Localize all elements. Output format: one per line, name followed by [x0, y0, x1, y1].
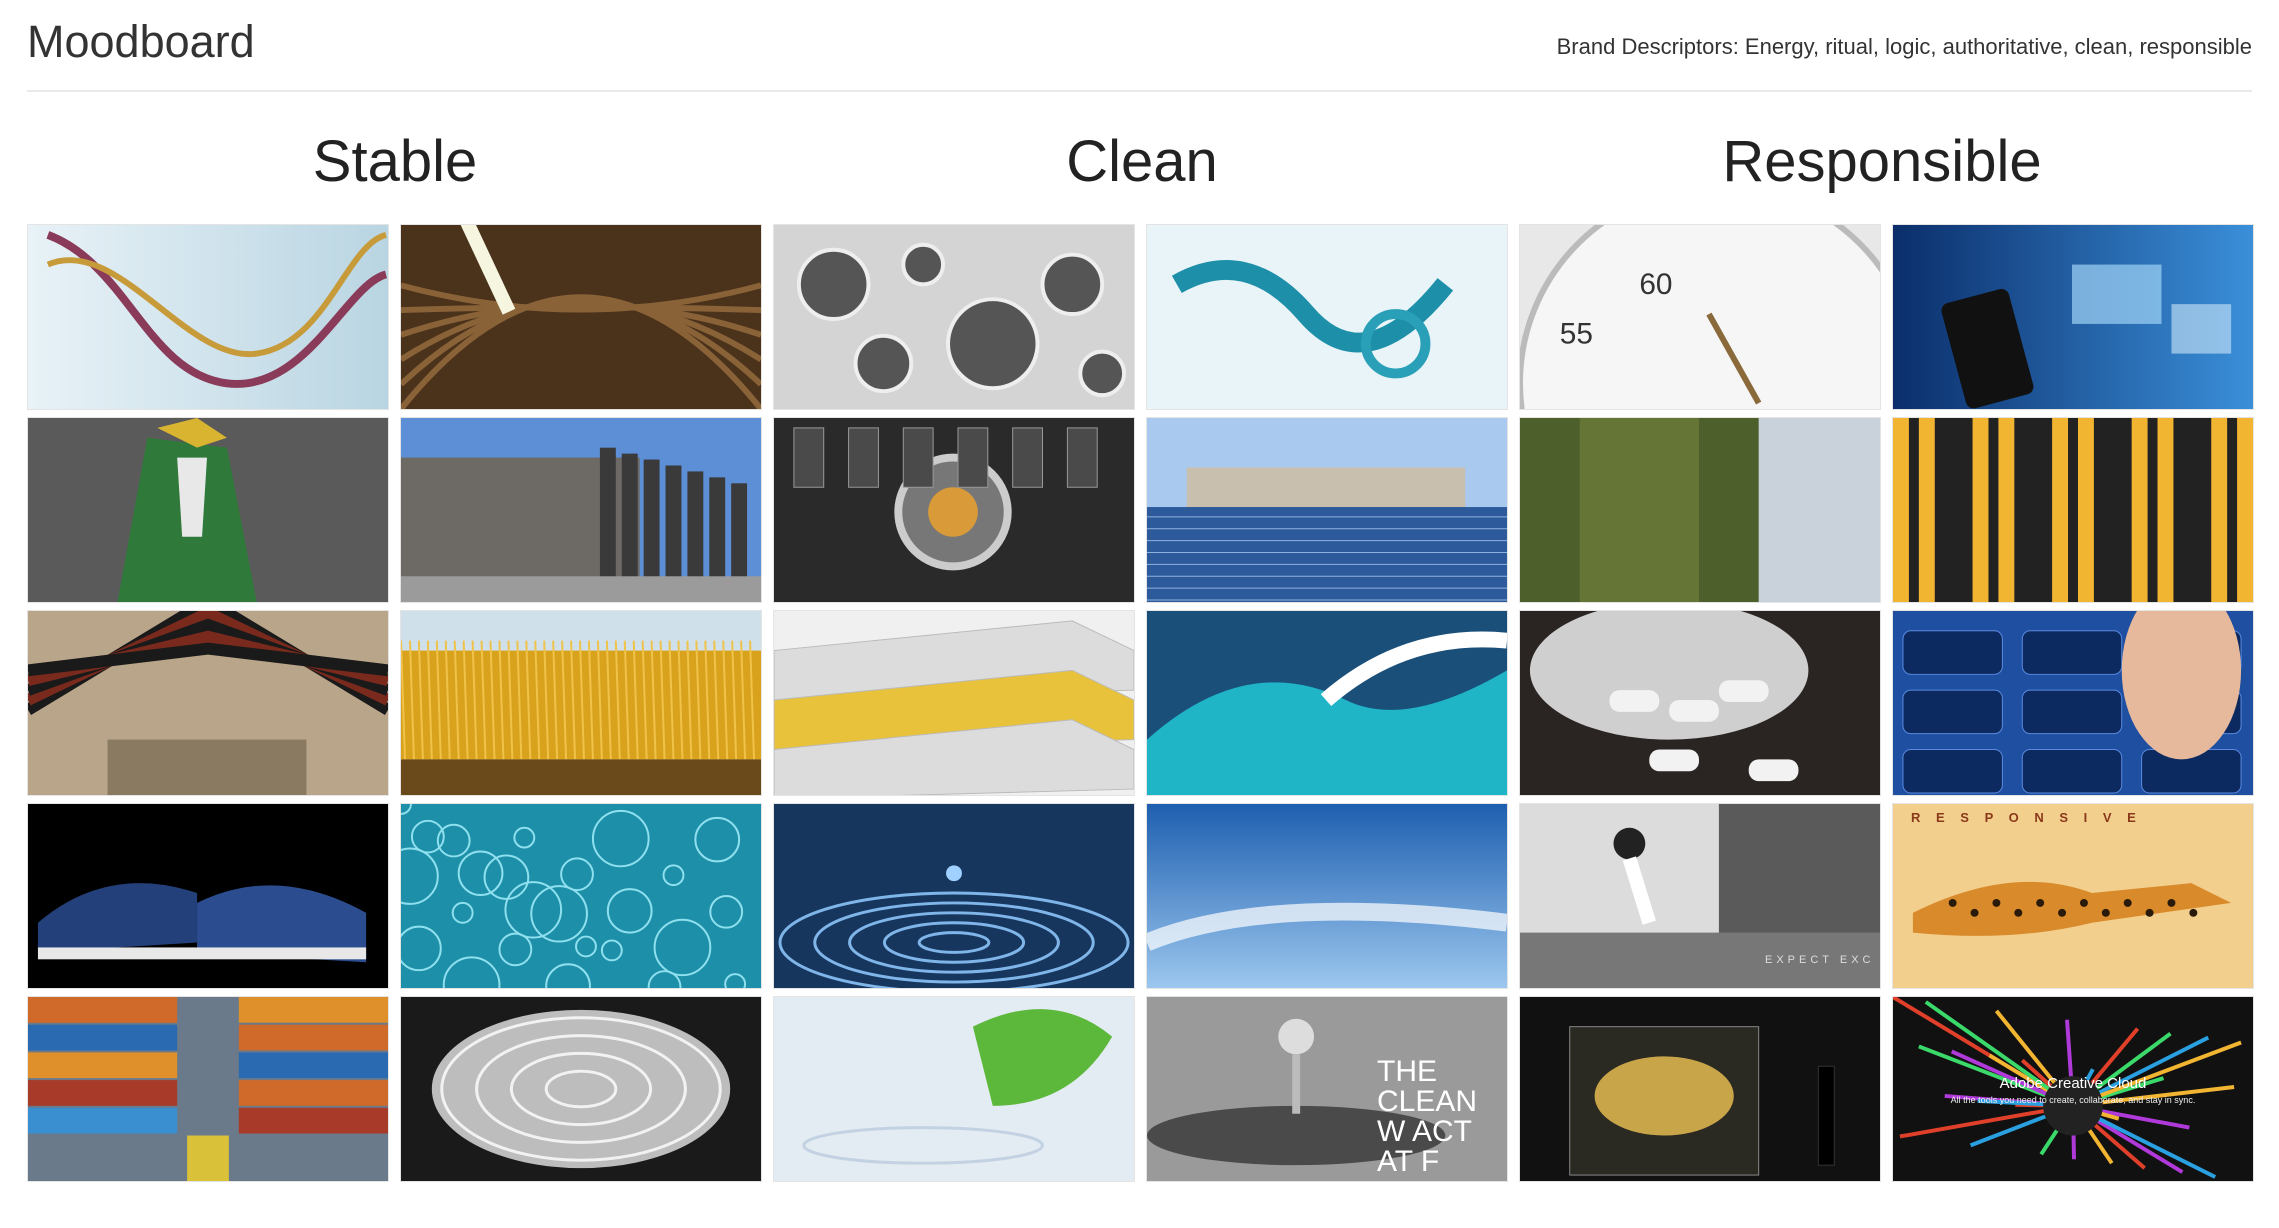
arched-hall-image[interactable] — [400, 224, 762, 410]
tile-subcaption: All the tools you need to create, collab… — [1950, 1095, 2196, 1105]
column-title-stable: Stable — [312, 129, 478, 194]
blue-sneakers-image[interactable] — [27, 803, 389, 989]
solar-panels-city-image[interactable] — [1146, 417, 1508, 603]
mechanical-engine-image[interactable] — [773, 417, 1135, 603]
turquoise-water-image[interactable] — [400, 803, 762, 989]
water-drop-ripple-image[interactable] — [773, 803, 1135, 989]
column-title-clean: Clean — [1066, 129, 1218, 194]
tile-caption: R E S P O N S I V E — [1911, 810, 2142, 825]
wheat-field-image[interactable] — [400, 610, 762, 796]
tile-caption: EXPECT EXC — [1765, 954, 1875, 966]
column-title-responsible: Responsible — [1722, 129, 2042, 194]
brand-descriptors: Brand Descriptors: Energy, ritual, logic… — [1556, 34, 2252, 59]
tile-caption: Adobe Creative Cloud — [1999, 1075, 2147, 1092]
smartphone-screens-image[interactable] — [1892, 224, 2254, 410]
dna-helix-image[interactable] — [27, 224, 389, 410]
moodboard-grid: 55 60 EXPECT EXC R E S P O N S I V E THE… — [27, 224, 2254, 1184]
white-pills-image[interactable] — [1519, 610, 1881, 796]
phone-keypad-touch-image[interactable] — [1892, 610, 2254, 796]
water-bubbles-image[interactable] — [773, 224, 1135, 410]
gundam-robot-image[interactable] — [27, 417, 389, 603]
concrete-pillars-image[interactable] — [400, 417, 762, 603]
wooden-roof-hall-image[interactable] — [27, 610, 389, 796]
museum-sculpture-image[interactable] — [1519, 996, 1881, 1182]
page-title: Moodboard — [27, 16, 255, 67]
blue-water-splash-image[interactable] — [1146, 224, 1508, 410]
ocean-wave-image[interactable] — [1146, 610, 1508, 796]
svg-text:60: 60 — [1639, 268, 1672, 301]
yellow-stripes-image[interactable] — [1892, 417, 2254, 603]
tile-caption: THE CLEAN W ACT AT F — [1377, 1055, 1478, 1178]
responsive-cheetah-poster-image[interactable]: R E S P O N S I V E — [1892, 803, 2254, 989]
shipping-containers-image[interactable] — [27, 996, 389, 1182]
svg-text:55: 55 — [1560, 318, 1593, 351]
blue-sky-clouds-image[interactable] — [1146, 803, 1508, 989]
clean-water-drop-image[interactable]: THE CLEAN W ACT AT F — [1146, 996, 1508, 1182]
green-leaf-water-image[interactable] — [773, 996, 1135, 1182]
page-header: Moodboard Brand Descriptors: Energy, rit… — [27, 0, 2252, 92]
mossy-tree-image[interactable] — [1519, 417, 1881, 603]
book-stack-image[interactable] — [773, 610, 1135, 796]
stopwatch-image[interactable]: 55 60 — [1519, 224, 1881, 410]
adobe-creative-cloud-image[interactable]: Adobe Creative Cloud All the tools you ne… — [1892, 996, 2254, 1182]
tennis-player-ad-image[interactable]: EXPECT EXC — [1519, 803, 1881, 989]
lotus-pattern-lamp-image[interactable] — [400, 996, 762, 1182]
